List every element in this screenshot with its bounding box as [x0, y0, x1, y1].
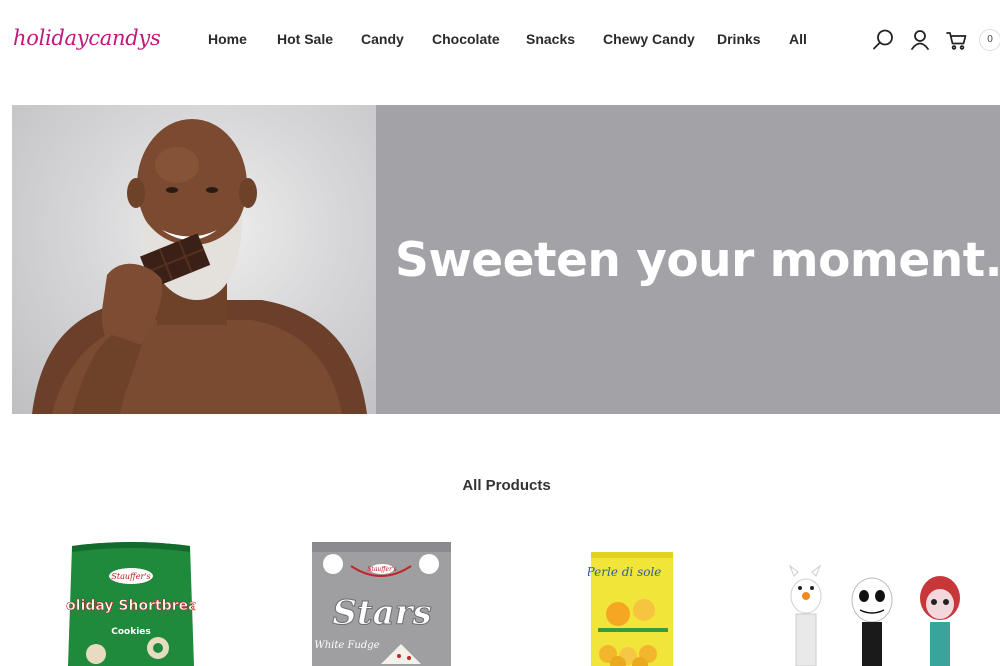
user-icon[interactable]: [908, 28, 932, 52]
nav-candy[interactable]: Candy: [361, 31, 404, 47]
search-icon[interactable]: [871, 28, 895, 52]
hero-banner[interactable]: Sweeten your moment.: [12, 105, 1000, 414]
product-card-pez[interactable]: [782, 536, 972, 666]
product-1-sub: Cookies: [111, 627, 151, 637]
main-nav: Home Hot Sale Candy Chocolate Snacks Che…: [0, 0, 1000, 80]
product-2-sub: White Fudge: [314, 640, 379, 651]
products-section-title: All Products: [462, 477, 551, 494]
cart-icon[interactable]: [945, 28, 969, 52]
nav-snacks[interactable]: Snacks: [526, 31, 575, 47]
nav-all[interactable]: All: [789, 31, 807, 47]
product-card-perle-di-sole[interactable]: Perle di sole: [588, 536, 678, 666]
product-3-name: Perle di sole: [588, 565, 661, 579]
nav-drinks[interactable]: Drinks: [717, 31, 761, 47]
nav-chocolate[interactable]: Chocolate: [432, 31, 500, 47]
hero-headline: Sweeten your moment.: [395, 233, 1000, 288]
product-2-name: Stars: [332, 593, 431, 633]
nav-chewy-candy[interactable]: Chewy Candy: [603, 31, 695, 47]
hero-photo: [12, 105, 376, 414]
nav-home[interactable]: Home: [208, 31, 247, 47]
site-header: holidaycandys Home Hot Sale Candy Chocol…: [0, 0, 1000, 80]
product-2-brand: Stauffer's: [367, 566, 396, 573]
cart-count-badge[interactable]: 0: [979, 29, 1000, 51]
product-card-holiday-shortbread[interactable]: Stauffer's Holiday Shortbread Cookies: [66, 536, 196, 666]
product-1-brand: Stauffer's: [111, 572, 150, 581]
product-card-stars[interactable]: Stauffer's Stars White Fudge: [311, 536, 453, 666]
nav-hot-sale[interactable]: Hot Sale: [277, 31, 333, 47]
product-1-name: Holiday Shortbread: [66, 598, 196, 614]
